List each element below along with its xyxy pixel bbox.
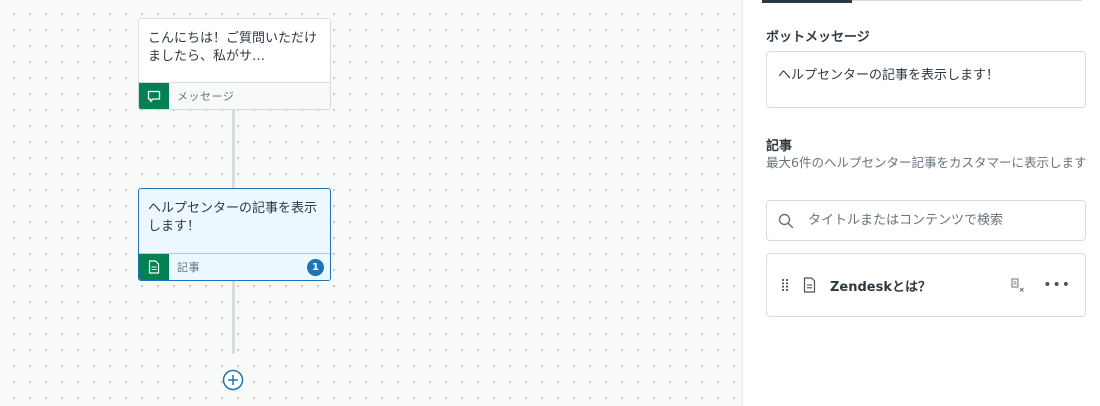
article-count-badge: 1 <box>307 258 324 276</box>
active-tab-indicator <box>762 0 852 3</box>
articles-hint: 最大6件のヘルプセンター記事をカスタマーに表示します <box>766 155 1087 170</box>
flow-canvas[interactable]: こんにちは！ご質問いただけましたら、私がサ… メッセージ ヘルプセンターの記事を… <box>0 0 743 406</box>
step-connector <box>232 109 235 188</box>
article-search-input[interactable] <box>808 213 1068 228</box>
step-type-label: 記事 <box>177 261 200 274</box>
step-text: こんにちは！ご質問いただけましたら、私がサ… <box>148 31 318 64</box>
document-icon <box>803 277 816 293</box>
step-properties-panel: ボットメッセージ ヘルプセンターの記事を表示します！ 記事 最大6件のヘルプセン… <box>744 0 1100 406</box>
bot-message-heading: ボットメッセージ <box>766 30 870 45</box>
article-list-item[interactable]: Zendeskとは？ ••• <box>766 253 1086 317</box>
step-text: ヘルプセンターの記事を表示します！ <box>148 201 318 234</box>
search-icon <box>778 213 794 229</box>
step-footer: 記事 1 <box>139 253 330 280</box>
more-options-icon[interactable]: ••• <box>1043 277 1071 293</box>
article-search-box[interactable] <box>766 200 1086 241</box>
articles-step-card[interactable]: ヘルプセンターの記事を表示します！ 記事 1 <box>138 188 331 281</box>
remove-article-icon[interactable] <box>1011 278 1025 293</box>
step-footer: メッセージ <box>139 82 330 109</box>
message-step-card[interactable]: こんにちは！ご質問いただけましたら、私がサ… メッセージ <box>138 18 331 110</box>
bot-message-field[interactable]: ヘルプセンターの記事を表示します！ <box>766 51 1086 108</box>
step-type-label: メッセージ <box>177 90 235 103</box>
bot-message-value: ヘルプセンターの記事を表示します！ <box>778 68 1000 83</box>
step-connector <box>232 280 235 354</box>
add-step-button[interactable] <box>222 369 244 391</box>
plus-circle-icon <box>222 369 244 391</box>
speech-bubble-icon <box>139 82 169 109</box>
tab-divider <box>852 0 1082 1</box>
article-title: Zendeskとは？ <box>830 279 932 295</box>
articles-heading: 記事 <box>766 139 793 154</box>
drag-handle-icon[interactable] <box>781 278 791 292</box>
document-icon <box>139 253 169 280</box>
